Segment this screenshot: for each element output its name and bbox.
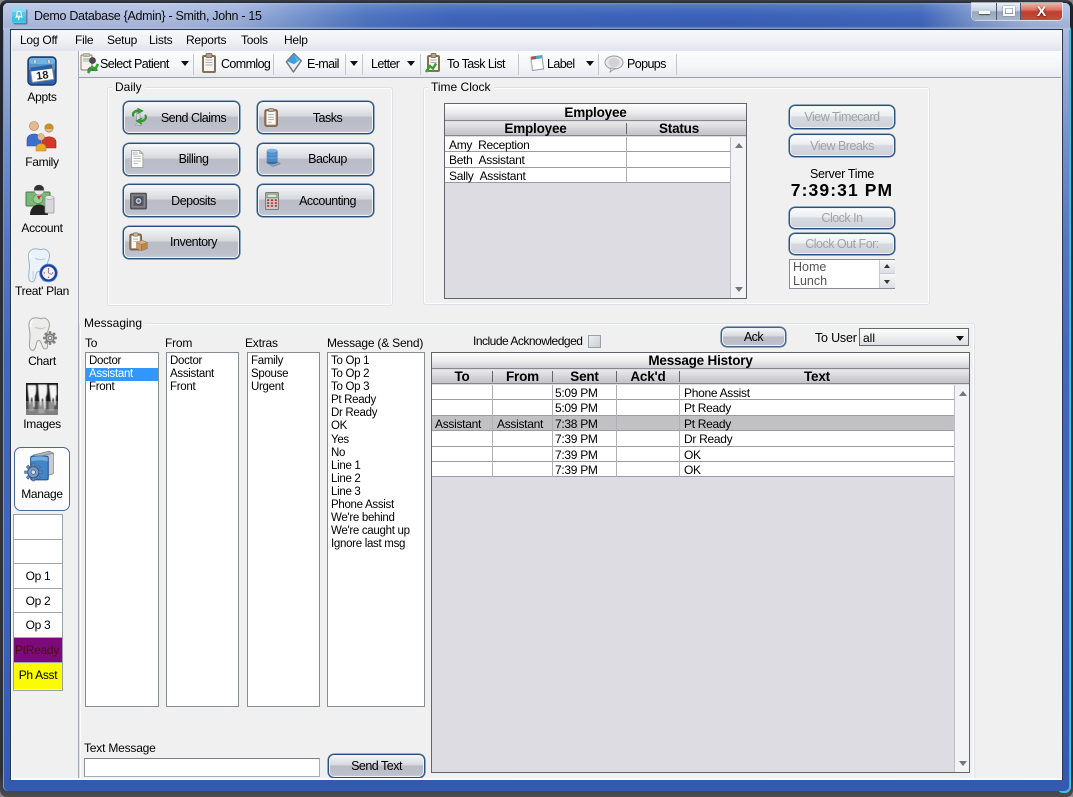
svg-text:18: 18	[36, 69, 50, 83]
